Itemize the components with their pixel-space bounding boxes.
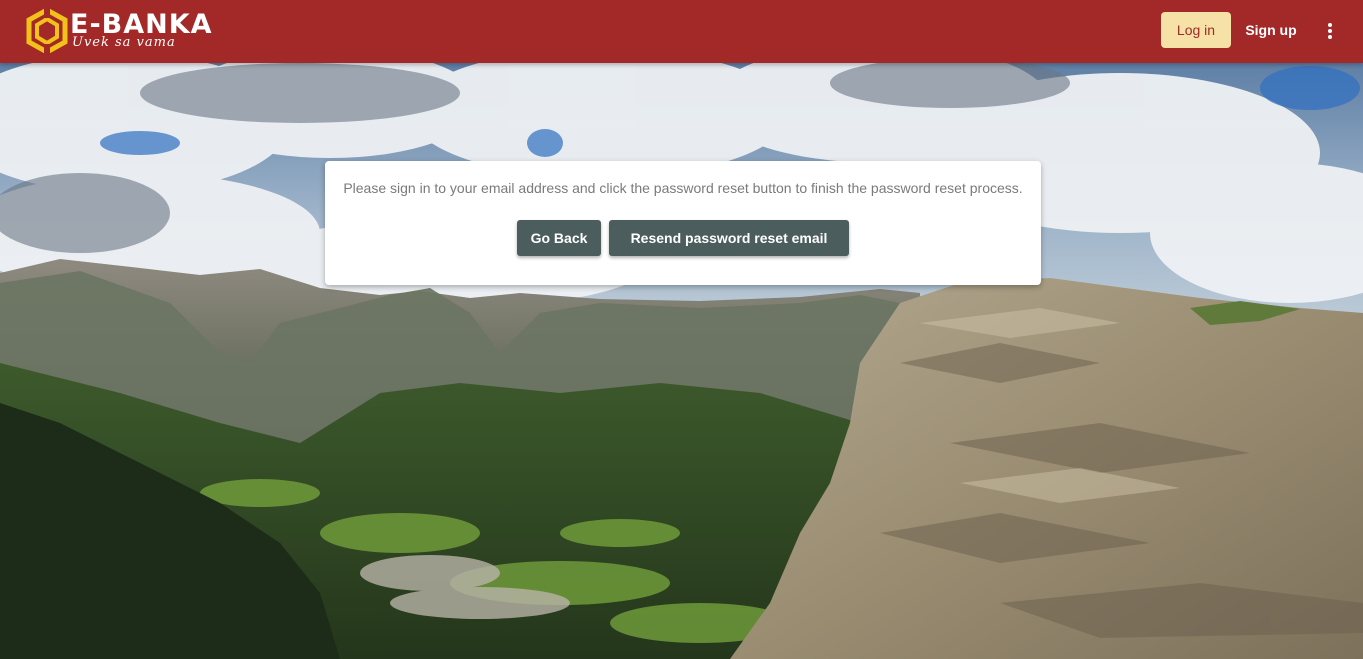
- logo-hexagon-icon: [26, 8, 68, 54]
- reset-instructions-text: Please sign in to your email address and…: [343, 180, 1023, 196]
- resend-reset-email-button[interactable]: Resend password reset email: [609, 220, 849, 256]
- app-root: E-BANKA Uvek sa vama Log in Sign up Plea…: [0, 0, 1363, 659]
- more-vert-icon[interactable]: [1316, 16, 1344, 46]
- brand-tagline: Uvek sa vama: [72, 35, 176, 50]
- brand-logo[interactable]: E-BANKA Uvek sa vama: [26, 8, 212, 54]
- login-button[interactable]: Log in: [1161, 12, 1231, 48]
- background-image: [0, 63, 1363, 659]
- password-reset-card: Please sign in to your email address and…: [325, 161, 1041, 285]
- go-back-button[interactable]: Go Back: [517, 220, 601, 256]
- signup-button[interactable]: Sign up: [1238, 12, 1304, 48]
- card-actions: Go Back Resend password reset email: [325, 220, 1041, 256]
- app-header: E-BANKA Uvek sa vama Log in Sign up: [0, 0, 1363, 63]
